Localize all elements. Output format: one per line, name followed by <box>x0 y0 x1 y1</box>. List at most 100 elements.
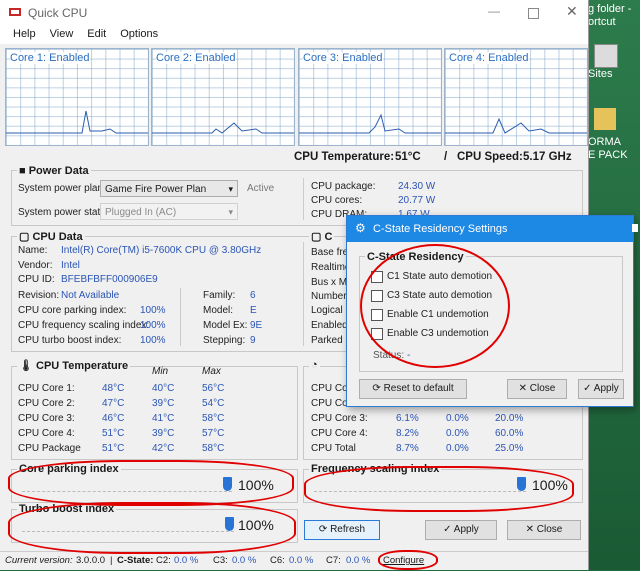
power-plan-label: System power plan: <box>18 183 106 194</box>
cpu-id-label: CPU ID: <box>18 274 55 285</box>
c6-label: C6: <box>270 555 285 566</box>
cpu-package-value: 24.30 W <box>398 181 436 192</box>
menu-bar: Help View Edit Options <box>0 26 588 44</box>
cstate-row-label: CPU Co <box>311 383 348 394</box>
cpu-name-label: Name: <box>18 245 48 256</box>
temp-row-label: CPU Core 1: <box>18 383 75 394</box>
menu-help[interactable]: Help <box>6 26 43 42</box>
annotation-circle <box>8 460 294 506</box>
cstate-row-label: CPU Core 4: <box>311 428 368 439</box>
close-icon: ✕ <box>525 524 535 535</box>
power-state-label: System power state: <box>18 207 109 218</box>
c6-value: 0.0 % <box>289 555 314 566</box>
cstate-row-c7: 25.0% <box>495 443 524 454</box>
cstate-label: C-State: <box>117 555 154 566</box>
core-graph-4: Core 4: Enabled <box>444 48 588 146</box>
core-graph-3: Core 3: Enabled <box>298 48 442 146</box>
checkmark-icon: ✓ <box>443 524 452 535</box>
header-divider: / <box>444 151 448 163</box>
maximize-icon[interactable] <box>528 8 539 19</box>
c2-value: 0.0 % <box>174 555 199 566</box>
menu-options[interactable]: Options <box>113 26 165 42</box>
frequency-scaling-label: CPU frequency scaling index: <box>18 320 150 331</box>
temp-row-current: 48°C <box>102 383 125 394</box>
cpu-id-value: BFEBFBFF000906E9 <box>61 274 158 285</box>
status-separator: | <box>110 555 113 566</box>
core-4-load-line <box>445 117 587 134</box>
family-value: 6 <box>250 290 256 301</box>
temp-row-max: 58°C <box>202 413 225 424</box>
desktop-text-1: g folder - <box>588 3 632 15</box>
c7-value: 0.0 % <box>346 555 371 566</box>
cstate-row-c3: 8.2% <box>396 428 419 439</box>
power-state-select: Plugged In (AC) ▾ <box>100 203 238 220</box>
model-value: E <box>250 305 257 316</box>
temp-row-min: 39°C <box>152 398 175 409</box>
cstate-row-c6: 0.0% <box>446 413 469 424</box>
power-plan-status: Active <box>247 183 275 194</box>
close-icon: ✕ <box>518 383 528 394</box>
cpu-temperature-title: 🌡 CPU Temperature <box>17 359 131 372</box>
desktop-text-4: ORMA <box>588 136 621 148</box>
temp-row-max: 54°C <box>202 398 225 409</box>
cpu-temperature-label: CPU Temperature: <box>294 151 395 163</box>
cstate-row-label: CPU Core 3: <box>311 413 368 424</box>
core-graph-1: Core 1: Enabled <box>5 48 149 146</box>
c3-value: 0.0 % <box>232 555 257 566</box>
family-label: Family: <box>203 290 236 301</box>
temp-row-current: 47°C <box>102 398 125 409</box>
apply-button[interactable]: ✓ Apply <box>425 520 497 540</box>
cstate-row-c6: 0.0% <box>446 443 469 454</box>
sites-shortcut-icon[interactable] <box>594 44 618 68</box>
cstate-residency-icon: ◔ <box>309 359 320 371</box>
core-3-load-line <box>299 113 441 134</box>
cpu-speed-label: CPU Speed: <box>457 151 523 163</box>
turbo-boost-value: 100% <box>140 335 166 346</box>
refresh-button[interactable]: ⟳ Refresh <box>304 520 380 540</box>
dialog-close-button[interactable]: ✕ Close <box>507 379 567 399</box>
minimize-icon[interactable]: — <box>488 4 500 18</box>
core-parking-label: CPU core parking index: <box>18 305 127 316</box>
stepping-value: 9 <box>250 335 256 346</box>
cpu-vendor-label: Vendor: <box>18 260 53 271</box>
close-icon[interactable]: ✕ <box>566 3 578 20</box>
model-ex-value: 9E <box>250 320 263 331</box>
refresh-icon: ⟳ <box>372 383 381 394</box>
core-2-load-line <box>152 122 294 134</box>
divider <box>303 178 304 220</box>
cpu-temperature-value: 51°C <box>395 151 421 163</box>
dialog-apply-button[interactable]: ✓ Apply <box>578 379 624 399</box>
temp-row-min: 41°C <box>152 413 175 424</box>
temp-row-label: CPU Core 4: <box>18 428 75 439</box>
temp-row-min: 42°C <box>152 443 175 454</box>
app-icon <box>9 8 21 16</box>
folder-icon[interactable] <box>594 108 616 130</box>
cpu-speed-value: 5.17 GHz <box>523 151 572 163</box>
reset-to-default-button[interactable]: ⟳ Reset to default <box>359 379 467 399</box>
desktop-text-5: E PACK <box>588 149 628 161</box>
temp-row-current: 51°C <box>102 443 125 454</box>
menu-edit[interactable]: Edit <box>80 26 113 42</box>
cstate-row-label: CPU Co <box>311 398 348 409</box>
menu-view[interactable]: View <box>43 26 81 42</box>
cpu-vendor-value: Intel <box>61 260 80 271</box>
chevron-down-icon: ▾ <box>228 207 233 217</box>
dialog-title-bar[interactable]: ⚙ C-State Residency Settings <box>347 216 633 242</box>
temp-row-min: 39°C <box>152 428 175 439</box>
cpu-cores-label: CPU cores: <box>311 195 363 206</box>
dialog-edge <box>632 224 638 232</box>
model-label: Model: <box>203 305 234 316</box>
divider <box>180 288 181 346</box>
power-data-title: ■ Power Data <box>17 165 91 177</box>
temp-row-max: 57°C <box>202 428 225 439</box>
annotation-circle <box>378 550 438 570</box>
temp-row-max: 58°C <box>202 443 225 454</box>
frequency-scaling-value: 100% <box>140 320 166 331</box>
close-button[interactable]: ✕ Close <box>507 520 581 540</box>
c2-label: C2: <box>156 555 171 566</box>
power-plan-select[interactable]: Game Fire Power Plan ▾ <box>100 180 238 197</box>
title-bar[interactable]: Quick CPU — ✕ <box>0 0 588 26</box>
cpu-data-right-title: ▢ C <box>309 230 335 243</box>
core-1-load-line <box>6 110 148 134</box>
temp-row-current: 46°C <box>102 413 125 424</box>
